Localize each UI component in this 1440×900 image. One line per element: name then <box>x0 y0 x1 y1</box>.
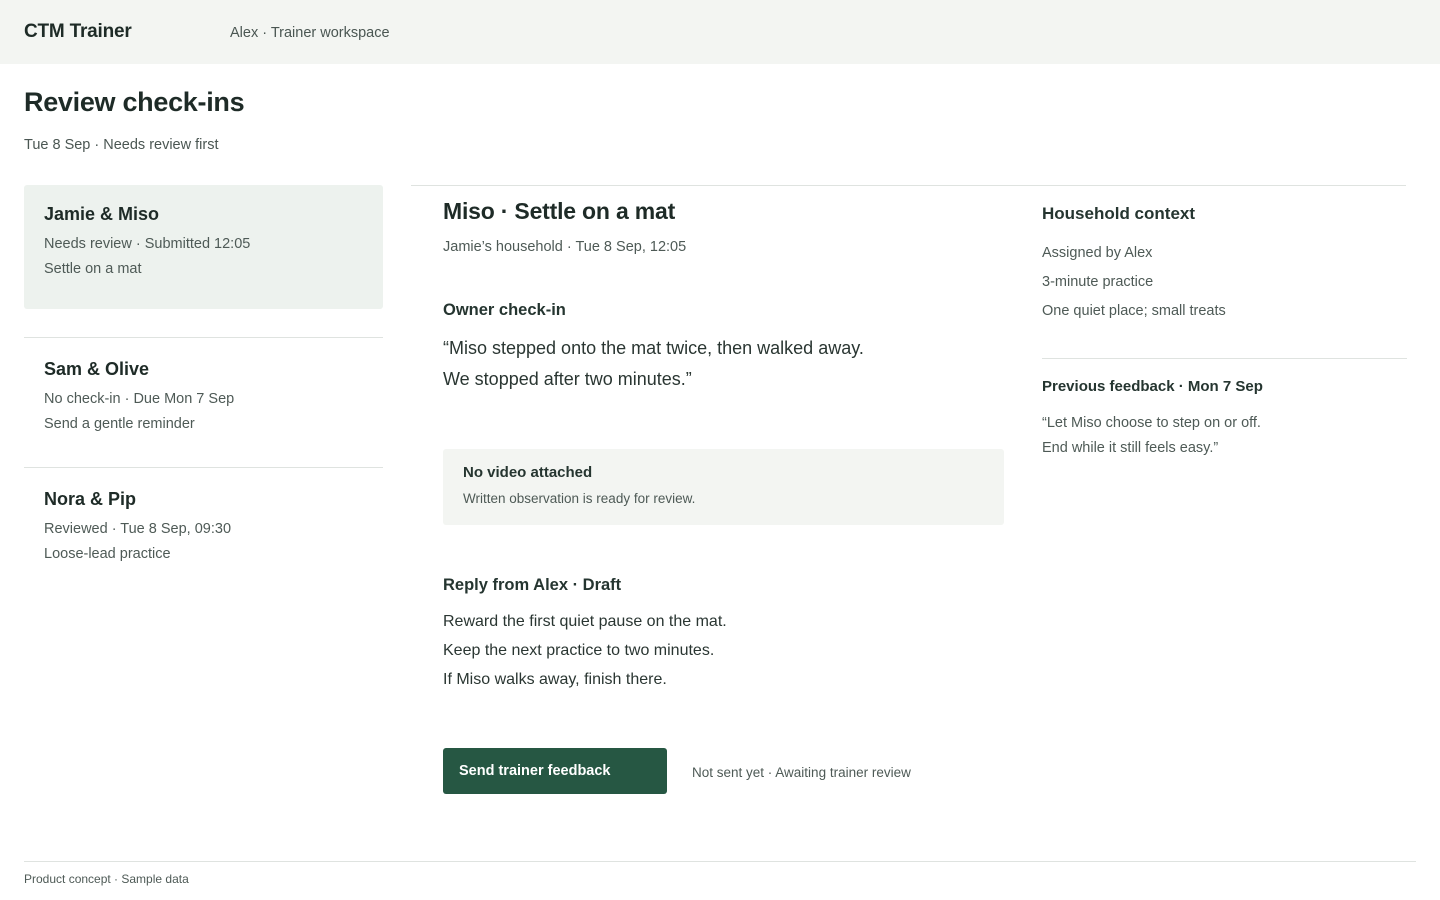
owner-checkin-heading: Owner check-in <box>443 301 566 319</box>
queue-item-status: Reviewed · Tue 8 Sep, 09:30 <box>44 521 232 537</box>
reply-line: If Miso walks away, finish there. <box>443 671 667 688</box>
reply-heading: Reply from Alex · Draft <box>443 576 622 594</box>
top-bar: CTM Trainer Alex · Trainer workspace <box>0 0 1440 64</box>
queue-item-status: Needs review · Submitted 12:05 <box>44 236 251 252</box>
previous-feedback-line: End while it still feels easy.” <box>1042 440 1219 456</box>
page-subtitle: Tue 8 Sep · Needs review first <box>24 137 219 153</box>
app-brand[interactable]: CTM Trainer <box>24 21 132 43</box>
queue-item-name: Sam & Olive <box>44 359 150 379</box>
footer-note: Product concept · Sample data <box>24 872 189 886</box>
previous-feedback-line: “Let Miso choose to step on or off. <box>1042 415 1261 431</box>
video-status-box: No video attached Written observation is… <box>443 449 1004 525</box>
send-status: Not sent yet · Awaiting trainer review <box>692 765 911 780</box>
detail-meta: Jamie’s household · Tue 8 Sep, 12:05 <box>443 239 687 255</box>
context-line: 3-minute practice <box>1042 274 1154 290</box>
reply-line: Keep the next practice to two minutes. <box>443 642 715 659</box>
page-title: Review check-ins <box>24 87 245 117</box>
send-feedback-button[interactable]: Send trainer feedback <box>443 748 667 794</box>
household-context-heading: Household context <box>1042 204 1196 223</box>
queue-item-task: Send a gentle reminder <box>44 416 195 432</box>
detail-divider <box>411 185 1406 186</box>
queue-item-name: Jamie & Miso <box>44 204 160 224</box>
detail-title: Miso · Settle on a mat <box>443 198 676 224</box>
reply-line: Reward the first quiet pause on the mat. <box>443 613 727 630</box>
context-line: Assigned by Alex <box>1042 245 1153 261</box>
queue-item-nora-pip[interactable]: Nora & Pip Reviewed · Tue 8 Sep, 09:30 L… <box>24 468 383 578</box>
owner-checkin-quote-line: We stopped after two minutes.” <box>443 369 692 389</box>
video-status-note: Written observation is ready for review. <box>463 491 696 506</box>
video-status-title: No video attached <box>463 464 593 481</box>
queue-item-task: Settle on a mat <box>44 261 142 277</box>
queue-item-task: Loose-lead practice <box>44 546 171 562</box>
previous-feedback-heading: Previous feedback · Mon 7 Sep <box>1042 378 1263 395</box>
context-line: One quiet place; small treats <box>1042 303 1226 319</box>
context-divider <box>1042 358 1407 359</box>
queue-item-jamie-miso[interactable]: Jamie & Miso Needs review · Submitted 12… <box>24 185 383 309</box>
queue-item-sam-olive[interactable]: Sam & Olive No check-in · Due Mon 7 Sep … <box>24 338 383 466</box>
workspace-label: Alex · Trainer workspace <box>230 25 390 41</box>
queue-item-name: Nora & Pip <box>44 489 137 509</box>
queue-item-status: No check-in · Due Mon 7 Sep <box>44 391 235 407</box>
footer-divider <box>24 861 1416 862</box>
owner-checkin-quote-line: “Miso stepped onto the mat twice, then w… <box>443 338 864 358</box>
